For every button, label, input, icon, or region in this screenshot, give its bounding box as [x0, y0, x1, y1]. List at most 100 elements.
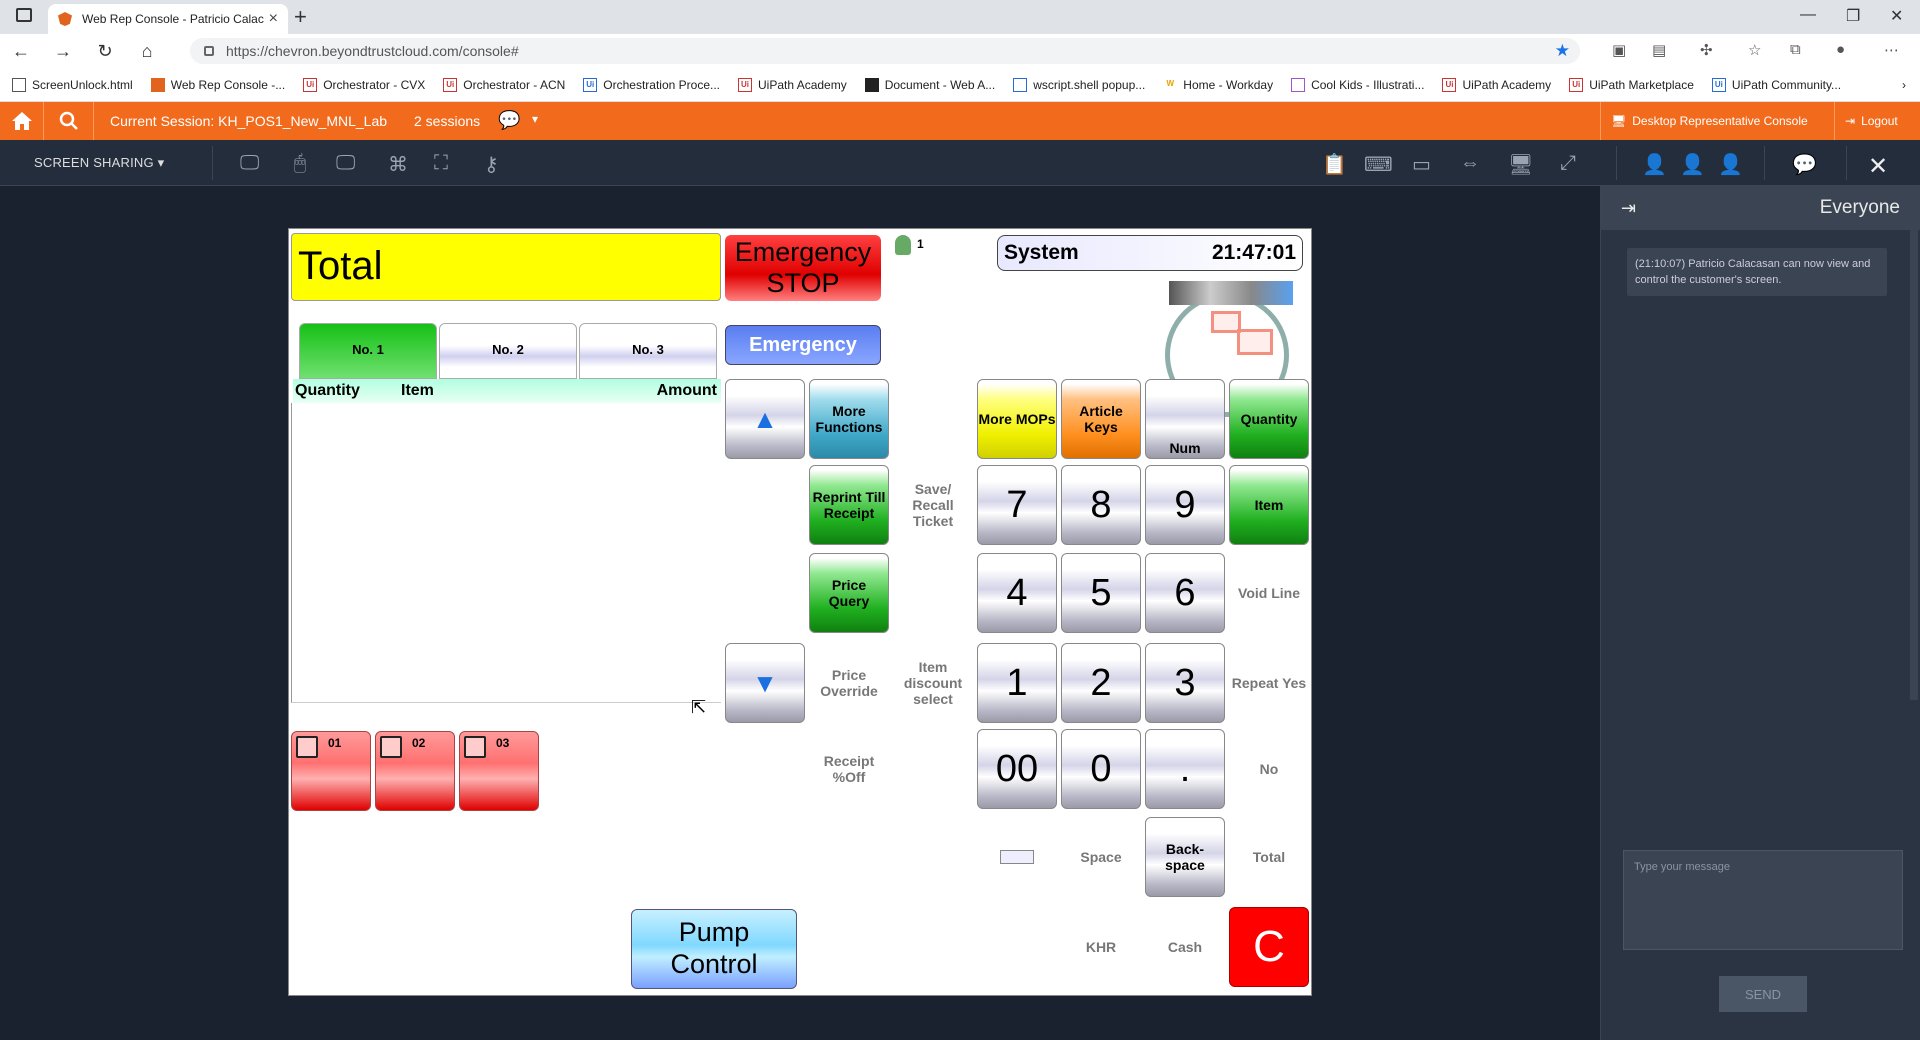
total-button[interactable]: Total: [1229, 817, 1309, 897]
repeat-yes-button[interactable]: Repeat Yes: [1229, 643, 1309, 723]
key-icon[interactable]: ⚷: [484, 152, 499, 177]
send-button[interactable]: SEND: [1719, 976, 1807, 1012]
uipath-extension-icon[interactable]: ▤: [1652, 41, 1666, 59]
sessions-count[interactable]: 2 sessions: [414, 113, 480, 129]
bookmark-item[interactable]: Ui Orchestrator - CVX: [303, 77, 425, 92]
cash-button[interactable]: Cash: [1145, 907, 1225, 987]
screen-sharing-dropdown[interactable]: SCREEN SHARING ▾: [34, 155, 164, 171]
restore-icon[interactable]: ❐: [1846, 6, 1860, 26]
home-icon[interactable]: [0, 102, 44, 140]
clipboard-icon[interactable]: 📋: [1322, 152, 1347, 177]
tab-no-2[interactable]: No. 2: [439, 323, 577, 379]
collections-icon[interactable]: ⧉: [1790, 41, 1801, 58]
mouse-control-icon[interactable]: 🖱: [294, 152, 306, 175]
home-icon[interactable]: ⌂: [126, 41, 168, 62]
bookmark-item[interactable]: W Home - Workday: [1163, 78, 1274, 92]
new-tab-icon[interactable]: +: [294, 4, 307, 30]
browser-tab[interactable]: Web Rep Console - Patricio Calac ×: [48, 4, 288, 34]
bookmark-item[interactable]: Cool Kids - Illustrati...: [1291, 77, 1424, 92]
pump-button-01[interactable]: 01: [291, 731, 371, 811]
key-6[interactable]: 6: [1145, 553, 1225, 633]
window-close-icon[interactable]: ✕: [1890, 6, 1903, 26]
profile-avatar-icon[interactable]: ●: [1836, 41, 1845, 58]
actual-size-icon[interactable]: 🖥: [1508, 152, 1533, 177]
extension-icon[interactable]: ▣: [1612, 41, 1626, 59]
num-button[interactable]: Num: [1145, 379, 1225, 459]
pump-button-02[interactable]: 02: [375, 731, 455, 811]
key-5[interactable]: 5: [1061, 553, 1141, 633]
emergency-button[interactable]: Emergency: [725, 325, 881, 365]
chevron-down-icon[interactable]: ▾: [532, 112, 538, 126]
reprint-till-receipt-button[interactable]: Reprint Till Receipt: [809, 465, 889, 545]
key-2[interactable]: 2: [1061, 643, 1141, 723]
special-keys-icon[interactable]: ⌘: [388, 152, 408, 177]
key-0[interactable]: 0: [1061, 729, 1141, 809]
backspace-button[interactable]: Back- space: [1145, 817, 1225, 897]
clear-button[interactable]: C: [1229, 907, 1309, 987]
key-00[interactable]: 00: [977, 729, 1057, 809]
space-button[interactable]: Space: [1061, 817, 1141, 897]
save-recall-ticket-button[interactable]: Save/ Recall Ticket: [893, 465, 973, 545]
fit-screen-icon[interactable]: ⇔: [1460, 152, 1480, 175]
screenshot-icon[interactable]: ⛶: [434, 152, 448, 175]
bookmark-item[interactable]: Ui UiPath Academy: [738, 77, 847, 92]
logout-button[interactable]: ⇥ Logout: [1834, 102, 1920, 140]
back-icon[interactable]: ←: [0, 41, 42, 62]
keyboard-icon[interactable]: ⌨: [1364, 152, 1393, 177]
bookmark-item[interactable]: Ui UiPath Marketplace: [1569, 77, 1694, 92]
key-7[interactable]: 7: [977, 465, 1057, 545]
favorites-icon[interactable]: ☆: [1748, 41, 1761, 59]
receipt-percent-off-button[interactable]: Receipt %Off: [809, 729, 889, 809]
emergency-stop-button[interactable]: Emergency STOP: [725, 235, 881, 301]
puzzle-icon[interactable]: ✣: [1700, 41, 1713, 59]
more-functions-button[interactable]: More Functions: [809, 379, 889, 459]
forward-icon[interactable]: →: [42, 41, 84, 62]
key-3[interactable]: 3: [1145, 643, 1225, 723]
remove-user-icon[interactable]: 👤: [1718, 152, 1743, 177]
price-query-button[interactable]: Price Query: [809, 553, 889, 633]
more-mops-button[interactable]: More MOPs: [977, 379, 1057, 459]
void-line-button[interactable]: Void Line: [1229, 553, 1309, 633]
tab-close-icon[interactable]: ×: [269, 10, 278, 28]
bookmark-item[interactable]: Web Rep Console -...: [150, 77, 285, 92]
add-user-icon[interactable]: 👤: [1642, 152, 1667, 177]
bookmark-item[interactable]: Ui Orchestrator - ACN: [443, 77, 565, 92]
bookmark-item[interactable]: ScreenUnlock.html: [12, 77, 133, 92]
item-button[interactable]: Item: [1229, 465, 1309, 545]
chat-icon[interactable]: 💬: [1792, 152, 1817, 177]
bookmark-item[interactable]: Ui UiPath Academy: [1442, 77, 1551, 92]
no-button[interactable]: No: [1229, 729, 1309, 809]
search-icon[interactable]: [44, 102, 94, 140]
tab-no-1[interactable]: No. 1: [299, 323, 437, 379]
view-screen-icon[interactable]: 🖵: [240, 152, 259, 175]
dual-monitor-icon[interactable]: ▭: [1412, 152, 1431, 177]
remote-pos-screen[interactable]: Total Emergency STOP 1 System 21:47:01 N…: [288, 228, 1312, 996]
chat-scrollbar[interactable]: [1910, 230, 1918, 700]
minimize-icon[interactable]: —: [1800, 6, 1816, 24]
close-session-icon[interactable]: ✕: [1868, 152, 1888, 181]
current-session-label[interactable]: Current Session: KH_POS1_New_MNL_Lab: [110, 113, 387, 129]
exit-chat-icon[interactable]: ⇥: [1621, 198, 1636, 219]
bookmark-item[interactable]: Ui Orchestration Proce...: [583, 77, 720, 92]
article-keys-button[interactable]: Article Keys: [1061, 379, 1141, 459]
quantity-button[interactable]: Quantity: [1229, 379, 1309, 459]
key-9[interactable]: 9: [1145, 465, 1225, 545]
tab-no-3[interactable]: No. 3: [579, 323, 717, 379]
scroll-up-button[interactable]: ▲: [725, 379, 805, 459]
monitor-settings-icon[interactable]: 🖵: [336, 152, 355, 175]
pump-control-button[interactable]: Pump Control: [631, 909, 797, 989]
bookmarks-overflow-icon[interactable]: ›: [1902, 78, 1906, 92]
key-8[interactable]: 8: [1061, 465, 1141, 545]
key-4[interactable]: 4: [977, 553, 1057, 633]
pump-button-03[interactable]: 03: [459, 731, 539, 811]
invite-user-icon[interactable]: 👤: [1680, 152, 1705, 177]
url-field[interactable]: https://chevron.beyondtrustcloud.com/con…: [190, 38, 1580, 64]
khr-button[interactable]: KHR: [1061, 907, 1141, 987]
tab-actions-icon[interactable]: [16, 8, 32, 22]
bookmark-item[interactable]: wscript.shell popup...: [1013, 77, 1145, 92]
bookmark-item[interactable]: Ui UiPath Community...: [1711, 77, 1841, 92]
chat-bubbles-icon[interactable]: 💬: [498, 110, 520, 131]
item-list[interactable]: [291, 403, 721, 703]
keyboard-button[interactable]: [977, 817, 1057, 897]
item-discount-select-button[interactable]: Item discount select: [893, 643, 973, 723]
